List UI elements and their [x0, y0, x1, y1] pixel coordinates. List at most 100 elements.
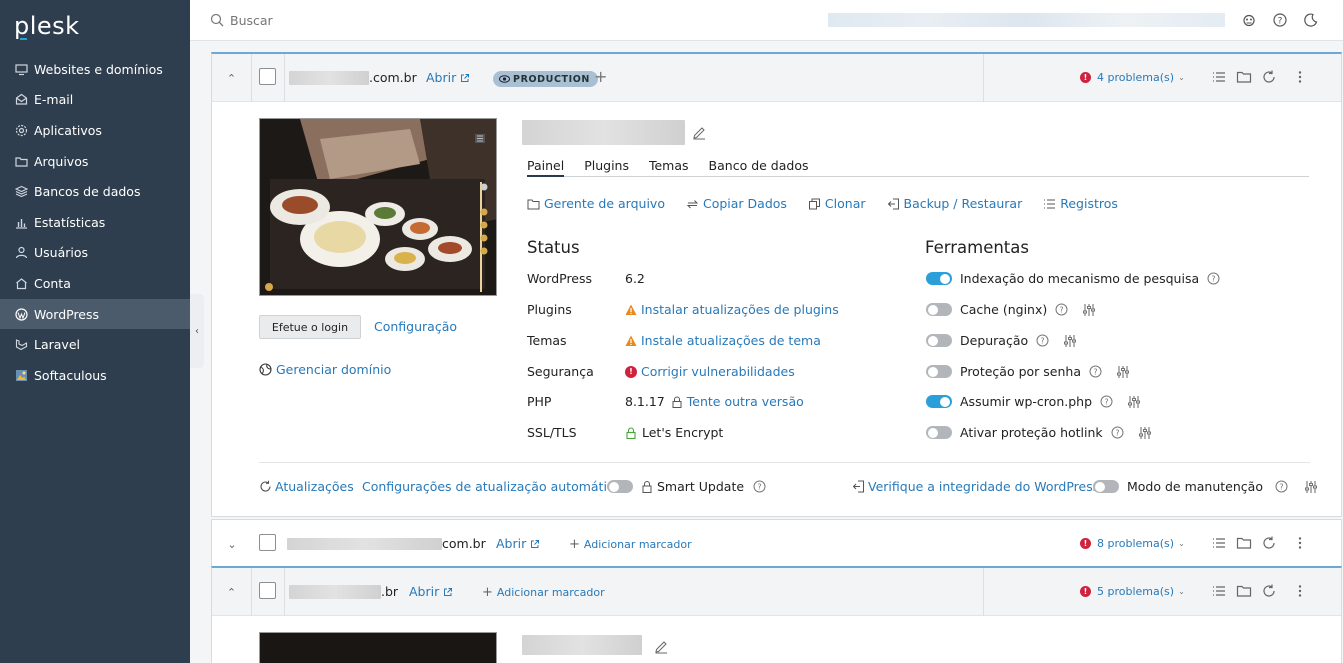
tab-painel[interactable]: Painel — [527, 158, 565, 177]
plesk-logo[interactable]: plesk — [14, 12, 80, 40]
tab-banco-de-dados[interactable]: Banco de dados — [709, 158, 809, 177]
add-tag-plus-icon[interactable]: + — [594, 67, 607, 86]
refresh-icon[interactable] — [1261, 535, 1277, 551]
sidebar-item-softaculous[interactable]: Softaculous — [0, 360, 190, 391]
maintenance-mode-toggle[interactable] — [1093, 480, 1119, 493]
help-icon[interactable]: ? — [1275, 480, 1288, 493]
file-manager-action[interactable]: Gerente de arquivo — [527, 196, 665, 211]
logs-action[interactable]: Registros — [1043, 196, 1118, 211]
dark-mode-icon[interactable] — [1303, 12, 1319, 28]
sidebar-item-wordpress[interactable]: WordPress — [0, 298, 190, 330]
sidebar-item-websites[interactable]: Websites e domínios — [0, 54, 190, 85]
production-badge[interactable]: PRODUCTION — [493, 71, 598, 87]
clone-action[interactable]: Clonar — [808, 196, 866, 211]
help-icon[interactable]: ? — [1089, 365, 1102, 378]
settings-sliders-icon[interactable] — [1138, 426, 1152, 440]
help-icon[interactable]: ? — [1036, 334, 1049, 347]
sidebar-item-laravel[interactable]: Laravel — [0, 329, 190, 360]
sidebar-item-usuarios[interactable]: Usuários — [0, 238, 190, 269]
more-options-icon[interactable] — [1292, 535, 1308, 551]
domain-name[interactable]: com.br — [287, 536, 486, 551]
add-tag-label: Adicionar marcador — [583, 538, 692, 551]
logs-icon[interactable] — [1211, 583, 1227, 599]
tab-temas[interactable]: Temas — [649, 158, 689, 177]
settings-sliders-icon[interactable] — [1304, 480, 1318, 494]
settings-sliders-icon[interactable] — [1063, 334, 1077, 348]
hotlink-toggle[interactable] — [926, 426, 952, 439]
edit-icon[interactable] — [654, 640, 668, 654]
help-icon[interactable]: ? — [1055, 303, 1068, 316]
collapse-toggle[interactable]: ⌃ — [212, 568, 252, 616]
sidebar-item-conta[interactable]: Conta — [0, 268, 190, 299]
bug-report-icon[interactable] — [1241, 12, 1257, 28]
help-icon[interactable]: ? — [1111, 426, 1124, 439]
auto-update-settings-link[interactable]: Configurações de atualização automática — [362, 479, 621, 494]
logs-icon[interactable] — [1211, 69, 1227, 85]
problems-dropdown[interactable]: ! 8 problema(s) ⌄ — [1080, 537, 1185, 550]
folder-icon[interactable] — [1236, 535, 1252, 551]
folder-icon[interactable] — [1236, 69, 1252, 85]
search-indexing-toggle[interactable] — [926, 272, 952, 285]
site-checkbox[interactable] — [259, 582, 276, 599]
edit-icon[interactable] — [692, 126, 706, 140]
install-theme-updates-link[interactable]: Instale atualizações de tema — [625, 333, 821, 348]
password-protection-toggle[interactable] — [926, 365, 952, 378]
settings-sliders-icon[interactable] — [1082, 303, 1096, 317]
install-plugin-updates-link[interactable]: Instalar atualizações de plugins — [625, 302, 839, 317]
add-tag-link[interactable]: + Adicionar marcador — [569, 537, 692, 552]
add-tag-link[interactable]: + Adicionar marcador — [482, 585, 605, 600]
sidebar-item-estatisticas[interactable]: Estatísticas — [0, 207, 190, 238]
copy-data-action[interactable]: Copiar Dados — [686, 196, 787, 211]
sidebar-item-bancos[interactable]: Bancos de dados — [0, 176, 190, 207]
expand-toggle[interactable]: ⌄ — [212, 520, 252, 568]
refresh-icon[interactable] — [1261, 69, 1277, 85]
help-icon[interactable]: ? — [1207, 272, 1220, 285]
domain-name[interactable]: .br — [289, 584, 398, 599]
debug-toggle[interactable] — [926, 334, 952, 347]
login-button[interactable]: Efetue o login — [259, 315, 361, 339]
help-icon[interactable]: ? — [1100, 395, 1113, 408]
site-header-icons — [1211, 583, 1308, 599]
problems-dropdown[interactable]: ! 4 problema(s) ⌄ — [1080, 71, 1185, 84]
svg-text:?: ? — [1104, 398, 1108, 407]
sidebar-item-aplicativos[interactable]: Aplicativos — [0, 115, 190, 146]
search-input[interactable] — [230, 10, 530, 30]
verify-integrity-link[interactable]: Verifique a integridade do WordPress — [852, 479, 1099, 494]
lock-icon — [672, 396, 682, 408]
smart-update-toggle[interactable] — [607, 480, 633, 493]
site-thumbnail[interactable] — [259, 632, 497, 663]
settings-sliders-icon[interactable] — [1116, 365, 1130, 379]
folder-icon[interactable] — [1236, 583, 1252, 599]
sidebar-item-email[interactable]: E-mail — [0, 85, 190, 116]
collapse-toggle[interactable]: ⌃ — [212, 54, 252, 102]
chevron-up-icon: ⌃ — [226, 71, 237, 85]
refresh-icon[interactable] — [1261, 583, 1277, 599]
open-site-link[interactable]: Abrir — [496, 536, 540, 551]
help-icon[interactable]: ? — [1272, 12, 1288, 28]
cache-toggle[interactable] — [926, 303, 952, 316]
settings-sliders-icon[interactable] — [1127, 395, 1141, 409]
more-options-icon[interactable] — [1292, 583, 1308, 599]
fix-vulnerabilities-link[interactable]: ! Corrigir vulnerabilidades — [625, 364, 795, 379]
site-tabs: Painel Plugins Temas Banco de dados — [527, 158, 1309, 177]
problems-dropdown[interactable]: ! 5 problema(s) ⌄ — [1080, 585, 1185, 598]
open-site-link[interactable]: Abrir — [426, 70, 470, 85]
wp-cron-toggle[interactable] — [926, 395, 952, 408]
logs-icon[interactable] — [1211, 535, 1227, 551]
status-label: PHP — [527, 394, 552, 409]
sidebar-item-arquivos[interactable]: Arquivos — [0, 146, 190, 177]
help-icon[interactable]: ? — [753, 480, 766, 493]
site-checkbox[interactable] — [259, 534, 276, 551]
site-checkbox[interactable] — [259, 68, 276, 85]
backup-restore-action[interactable]: Backup / Restaurar — [887, 196, 1022, 211]
updates-link[interactable]: Atualizações — [259, 479, 354, 494]
try-other-version-link[interactable]: Tente outra versão — [687, 394, 804, 409]
more-options-icon[interactable] — [1292, 69, 1308, 85]
manage-domain-link[interactable]: Gerenciar domínio — [259, 362, 391, 377]
sidebar-collapse-handle[interactable]: ‹ — [190, 294, 204, 368]
open-site-link[interactable]: Abrir — [409, 584, 453, 599]
tab-plugins[interactable]: Plugins — [584, 158, 629, 177]
configuration-link[interactable]: Configuração — [374, 319, 457, 334]
site-thumbnail[interactable] — [259, 118, 497, 296]
domain-name[interactable]: .com.br — [289, 70, 417, 85]
